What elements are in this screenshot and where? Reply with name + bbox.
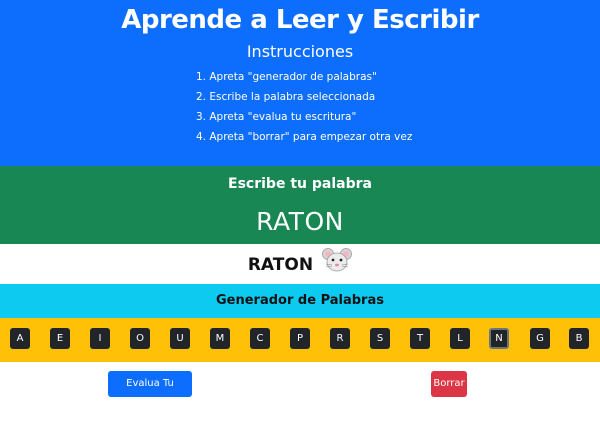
word-generator-button[interactable]: Generador de Palabras bbox=[0, 284, 600, 318]
instruction-step-2: 2. Escribe la palabra seleccionada bbox=[196, 91, 376, 103]
letter-button-s[interactable]: S bbox=[370, 328, 390, 349]
write-word-title: Escribe tu palabra bbox=[228, 176, 372, 192]
write-word-section: Escribe tu palabra RATON bbox=[0, 166, 600, 244]
instruction-step-1: 1. Apreta "generador de palabras" bbox=[196, 71, 377, 83]
instruction-step-4: 4. Apreta "borrar" para empezar otra vez bbox=[196, 131, 413, 143]
result-row: RATON bbox=[0, 244, 600, 280]
mouse-icon bbox=[322, 244, 353, 286]
letter-button-e[interactable]: E bbox=[50, 328, 70, 349]
letter-button-o[interactable]: O bbox=[130, 328, 150, 349]
instructions-list: 1. Apreta "generador de palabras" 2. Esc… bbox=[196, 67, 412, 147]
letter-button-t[interactable]: T bbox=[410, 328, 430, 349]
instruction-step-3: 3. Apreta "evalua tu escritura" bbox=[196, 111, 357, 123]
letters-bar: A E I O U M C P R S T L N G B bbox=[0, 318, 600, 362]
instructions-title: Instrucciones bbox=[246, 42, 354, 61]
result-word: RATON bbox=[247, 255, 314, 275]
letter-button-p[interactable]: P bbox=[290, 328, 310, 349]
letter-button-n[interactable]: N bbox=[489, 328, 509, 349]
word-generator-label: Generador de Palabras bbox=[216, 293, 384, 308]
letter-button-m[interactable]: M bbox=[210, 328, 230, 349]
letter-button-a[interactable]: A bbox=[10, 328, 30, 349]
letter-button-u[interactable]: U bbox=[170, 328, 190, 349]
clear-button[interactable]: Borrar bbox=[431, 371, 467, 397]
letter-button-c[interactable]: C bbox=[250, 328, 270, 349]
page-title: Aprende a Leer y Escribir bbox=[121, 5, 479, 35]
letter-button-b[interactable]: B bbox=[569, 328, 589, 349]
evaluate-button[interactable]: Evalua Tu escritura bbox=[108, 371, 192, 415]
letter-button-r[interactable]: R bbox=[330, 328, 350, 349]
letter-button-i[interactable]: I bbox=[90, 328, 110, 349]
header-section: Aprende a Leer y Escribir Instrucciones … bbox=[0, 0, 600, 166]
letter-button-g[interactable]: G bbox=[530, 328, 550, 349]
target-word: RATON bbox=[256, 207, 344, 236]
letter-button-l[interactable]: L bbox=[450, 328, 470, 349]
